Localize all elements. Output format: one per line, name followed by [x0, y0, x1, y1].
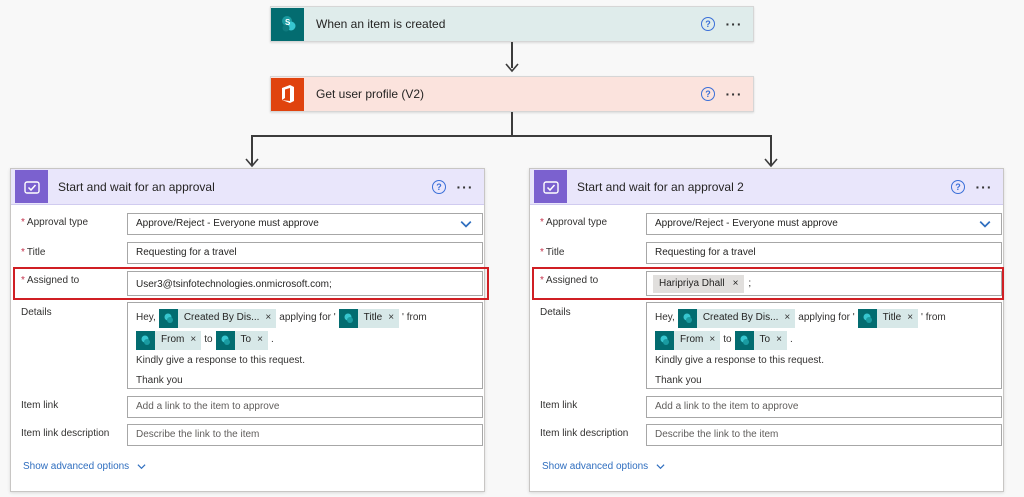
approval-type-label: * Approval type: [540, 217, 608, 228]
details-text: Hey,: [136, 312, 156, 323]
item-link-input[interactable]: Add a link to the item to approve: [646, 396, 1002, 418]
item-link-description-input[interactable]: Describe the link to the item: [646, 424, 1002, 446]
approval-type-label: * Approval type: [21, 217, 89, 228]
more-options-button[interactable]: ···: [965, 179, 1003, 195]
approval-icon: [534, 170, 567, 203]
get-user-profile-card[interactable]: Get user profile (V2) ? ···: [270, 76, 754, 112]
sharepoint-icon: [215, 330, 235, 350]
sharepoint-icon: [677, 308, 697, 328]
help-icon[interactable]: ?: [701, 17, 715, 31]
title-label: * Title: [21, 247, 46, 258]
remove-token-icon[interactable]: ×: [733, 278, 739, 289]
details-text: applying for ': [798, 312, 855, 323]
dynamic-token-to[interactable]: To ×: [215, 330, 268, 350]
chevron-down-icon: [656, 464, 665, 470]
details-text: Thank you: [136, 375, 183, 386]
help-icon[interactable]: ?: [701, 87, 715, 101]
item-link-description-label: Item link description: [21, 428, 110, 439]
more-options-button[interactable]: ···: [715, 16, 753, 32]
details-text: ' from: [921, 312, 946, 323]
details-text: ' from: [402, 312, 427, 323]
assigned-to-label: * Assigned to: [21, 275, 80, 286]
sharepoint-icon: [158, 308, 178, 328]
more-options-button[interactable]: ···: [715, 86, 753, 102]
approval-header[interactable]: Start and wait for an approval 2 ? ···: [530, 169, 1003, 205]
item-link-input[interactable]: Add a link to the item to approve: [127, 396, 483, 418]
details-text: ;: [748, 278, 752, 289]
item-link-description-input[interactable]: Describe the link to the item: [127, 424, 483, 446]
details-text: to: [204, 334, 213, 345]
remove-token-icon[interactable]: ×: [388, 311, 394, 325]
sharepoint-icon: [338, 308, 358, 328]
item-link-label: Item link: [21, 400, 59, 411]
item-link-label: Item link: [540, 400, 578, 411]
sharepoint-icon: [655, 330, 674, 350]
dynamic-token-from[interactable]: From ×: [655, 330, 721, 350]
title-label: * Title: [540, 247, 565, 258]
approval-icon: [15, 170, 48, 203]
assigned-to-input[interactable]: Haripriya Dhall × ;: [646, 271, 1002, 296]
dynamic-token-from[interactable]: From ×: [136, 330, 202, 350]
remove-token-icon[interactable]: ×: [257, 333, 263, 347]
help-icon[interactable]: ?: [432, 179, 446, 194]
assigned-to-input[interactable]: User3@tsinfotechnologies.onmicrosoft.com…: [127, 271, 483, 296]
more-options-button[interactable]: ···: [446, 179, 484, 195]
remove-token-icon[interactable]: ×: [907, 311, 913, 325]
details-text: Kindly give a response to this request.: [136, 355, 305, 366]
details-text: Hey,: [655, 312, 675, 323]
remove-token-icon[interactable]: ×: [784, 311, 790, 325]
title-input[interactable]: Requesting for a travel: [646, 242, 1002, 264]
details-text: .: [789, 334, 793, 345]
item-link-description-label: Item link description: [540, 428, 629, 439]
approval-type-select[interactable]: Approve/Reject - Everyone must approve: [646, 213, 1002, 235]
approval-card-right: Start and wait for an approval 2 ? ··· *…: [529, 168, 1004, 492]
trigger-card[interactable]: S When an item is created ? ···: [270, 6, 754, 42]
details-label: Details: [21, 307, 52, 318]
svg-text:S: S: [285, 18, 291, 27]
details-editor[interactable]: Hey, Created By Dis... × applying for ' T…: [646, 302, 1002, 389]
approval-card-left: Start and wait for an approval ? ··· * Ap…: [10, 168, 489, 492]
sharepoint-icon: [734, 330, 754, 350]
person-token[interactable]: Haripriya Dhall ×: [653, 274, 745, 293]
dynamic-token-title[interactable]: Title ×: [857, 308, 919, 328]
profile-title: Get user profile (V2): [316, 87, 425, 101]
dynamic-token-to[interactable]: To ×: [734, 330, 787, 350]
approval-title: Start and wait for an approval: [58, 179, 215, 194]
chevron-down-icon: [979, 221, 991, 228]
assigned-to-label: * Assigned to: [540, 275, 599, 286]
trigger-title: When an item is created: [316, 17, 446, 31]
sharepoint-icon: S: [271, 7, 304, 41]
show-advanced-options-link[interactable]: Show advanced options: [23, 461, 146, 472]
sharepoint-icon: [136, 330, 155, 350]
title-input[interactable]: Requesting for a travel: [127, 242, 483, 264]
details-text: to: [723, 334, 732, 345]
approval-title: Start and wait for an approval 2: [577, 179, 744, 194]
details-editor[interactable]: Hey, Created By Dis... × applying for ' T…: [127, 302, 483, 389]
remove-token-icon[interactable]: ×: [190, 333, 196, 347]
details-text: .: [270, 334, 274, 345]
chevron-down-icon: [460, 221, 472, 228]
sharepoint-icon: [857, 308, 877, 328]
details-label: Details: [540, 307, 571, 318]
help-icon[interactable]: ?: [951, 179, 965, 194]
remove-token-icon[interactable]: ×: [709, 333, 715, 347]
details-text: applying for ': [279, 312, 336, 323]
dynamic-token-created-by[interactable]: Created By Dis... ×: [677, 308, 796, 328]
dynamic-token-title[interactable]: Title ×: [338, 308, 400, 328]
dynamic-token-created-by[interactable]: Created By Dis... ×: [158, 308, 277, 328]
office-icon: [271, 77, 304, 111]
remove-token-icon[interactable]: ×: [776, 333, 782, 347]
chevron-down-icon: [137, 464, 146, 470]
remove-token-icon[interactable]: ×: [265, 311, 271, 325]
approval-header[interactable]: Start and wait for an approval ? ···: [11, 169, 484, 205]
arrow-down-icon: [505, 63, 519, 73]
connector-line: [511, 112, 513, 136]
details-text: Kindly give a response to this request.: [655, 355, 824, 366]
details-text: Thank you: [655, 375, 702, 386]
branch-line: [251, 135, 771, 137]
approval-type-select[interactable]: Approve/Reject - Everyone must approve: [127, 213, 483, 235]
show-advanced-options-link[interactable]: Show advanced options: [542, 461, 665, 472]
